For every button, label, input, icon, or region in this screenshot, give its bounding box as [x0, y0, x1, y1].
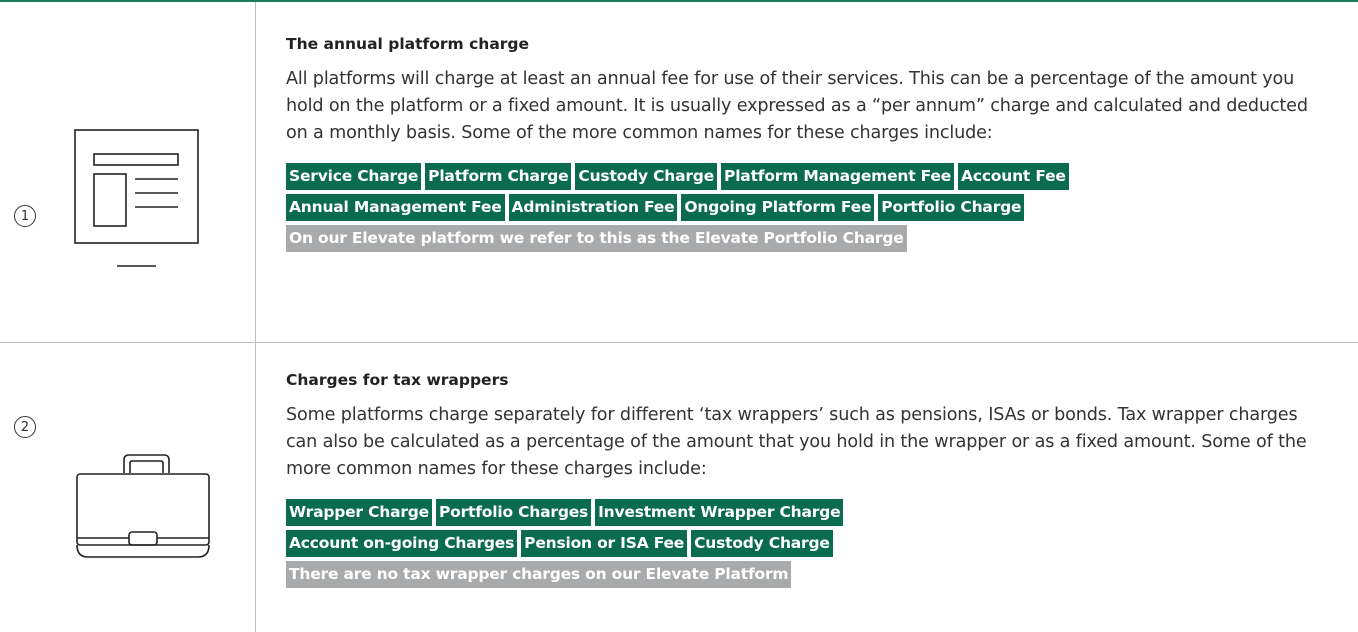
section-annual-platform-charge: 1 The annual platform charge All platfor… [0, 2, 1358, 342]
elevate-note-tag: There are no tax wrapper charges on our … [286, 561, 792, 588]
section-content: The annual platform charge All platforms… [286, 34, 1328, 256]
charge-name-tag: Account Fee [958, 163, 1069, 190]
charge-name-tag: Platform Management Fee [721, 163, 955, 190]
tag-row: Wrapper Charge Portfolio Charges Investm… [286, 499, 1328, 526]
step-number: 2 [14, 416, 36, 438]
step-number: 1 [14, 205, 36, 227]
section-tax-wrapper-charges: 2 Charges for tax wrappers Some platform… [0, 343, 1358, 632]
elevate-note-tag: On our Elevate platform we refer to this… [286, 225, 907, 252]
charge-name-tag: Custody Charge [691, 530, 833, 557]
tag-row: Account on-going Charges Pension or ISA … [286, 530, 1328, 557]
charge-name-tag: Administration Fee [508, 194, 678, 221]
charge-name-tag: Portfolio Charges [436, 499, 592, 526]
charge-name-tag: Platform Charge [425, 163, 572, 190]
tag-row: There are no tax wrapper charges on our … [286, 561, 1328, 588]
tag-row: Annual Management Fee Administration Fee… [286, 194, 1328, 221]
charge-name-tag: Portfolio Charge [878, 194, 1025, 221]
charge-name-tag: Service Charge [286, 163, 422, 190]
web-page-icon [74, 129, 200, 273]
tag-row: On our Elevate platform we refer to this… [286, 225, 1328, 252]
section-content: Charges for tax wrappers Some platforms … [286, 370, 1328, 592]
charge-name-tag: Ongoing Platform Fee [681, 194, 875, 221]
charge-name-tag: Annual Management Fee [286, 194, 505, 221]
tag-row: Service Charge Platform Charge Custody C… [286, 163, 1328, 190]
section-body: Some platforms charge separately for dif… [286, 405, 1307, 479]
charge-name-tag: Wrapper Charge [286, 499, 432, 526]
charge-name-tag: Pension or ISA Fee [521, 530, 688, 557]
charge-name-tag: Custody Charge [575, 163, 718, 190]
charge-name-tag: Account on-going Charges [286, 530, 518, 557]
charge-name-tag: Investment Wrapper Charge [595, 499, 844, 526]
briefcase-icon [76, 453, 216, 563]
section-body: All platforms will charge at least an an… [286, 69, 1308, 143]
section-title: Charges for tax wrappers [286, 371, 509, 389]
section-title: The annual platform charge [286, 35, 530, 53]
